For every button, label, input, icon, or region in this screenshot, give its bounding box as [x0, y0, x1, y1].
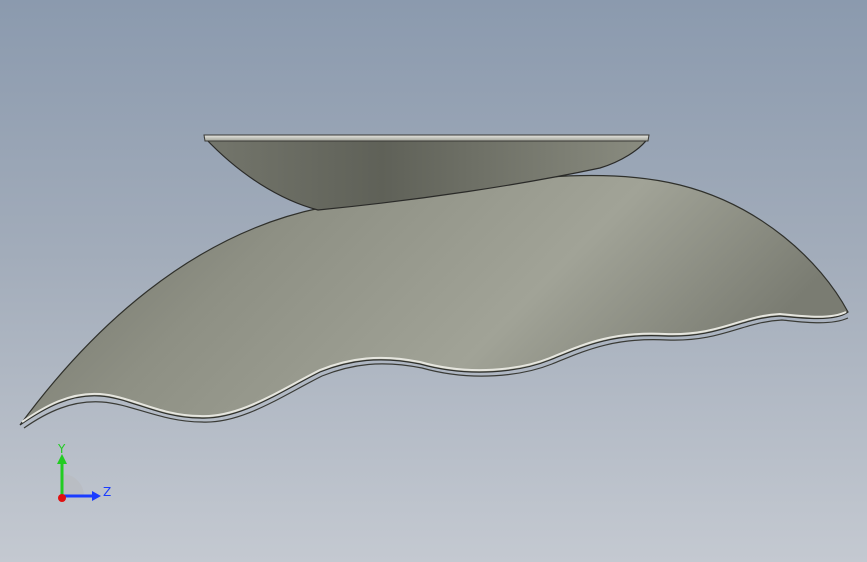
orientation-triad: Y Z: [40, 440, 120, 510]
z-axis-label: Z: [103, 485, 112, 499]
triad-quarter-disk: [62, 474, 84, 496]
z-axis-arrowhead: [92, 491, 101, 501]
lamp-shade-model[interactable]: [0, 0, 867, 562]
graphics-viewport[interactable]: Y Z: [0, 0, 867, 562]
shade-body: [19, 174, 849, 426]
y-axis-label: Y: [58, 442, 66, 456]
top-cup-rim: [203, 134, 650, 142]
x-axis-dot: [58, 494, 66, 502]
